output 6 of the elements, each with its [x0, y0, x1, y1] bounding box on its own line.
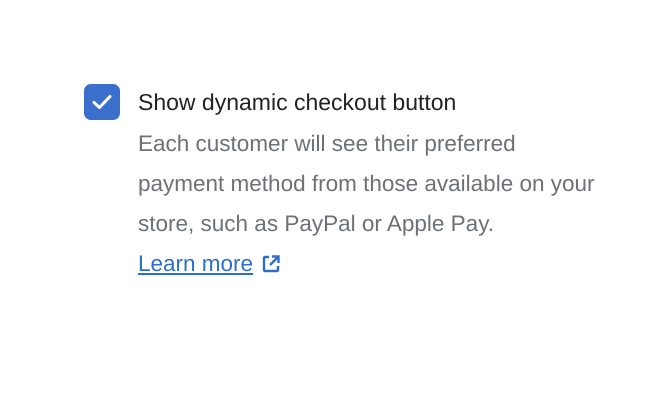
description-text: Each customer will see their preferred payment method from those available on your store, such as PayPal or Apple Pay.: [138, 130, 596, 238]
external-link-icon: [261, 254, 282, 274]
checkbox[interactable]: [84, 84, 120, 120]
learn-more-link[interactable]: Learn more: [138, 244, 282, 284]
checkbox-label: Show dynamic checkout button: [138, 88, 458, 117]
checkmark-icon: [92, 94, 112, 110]
